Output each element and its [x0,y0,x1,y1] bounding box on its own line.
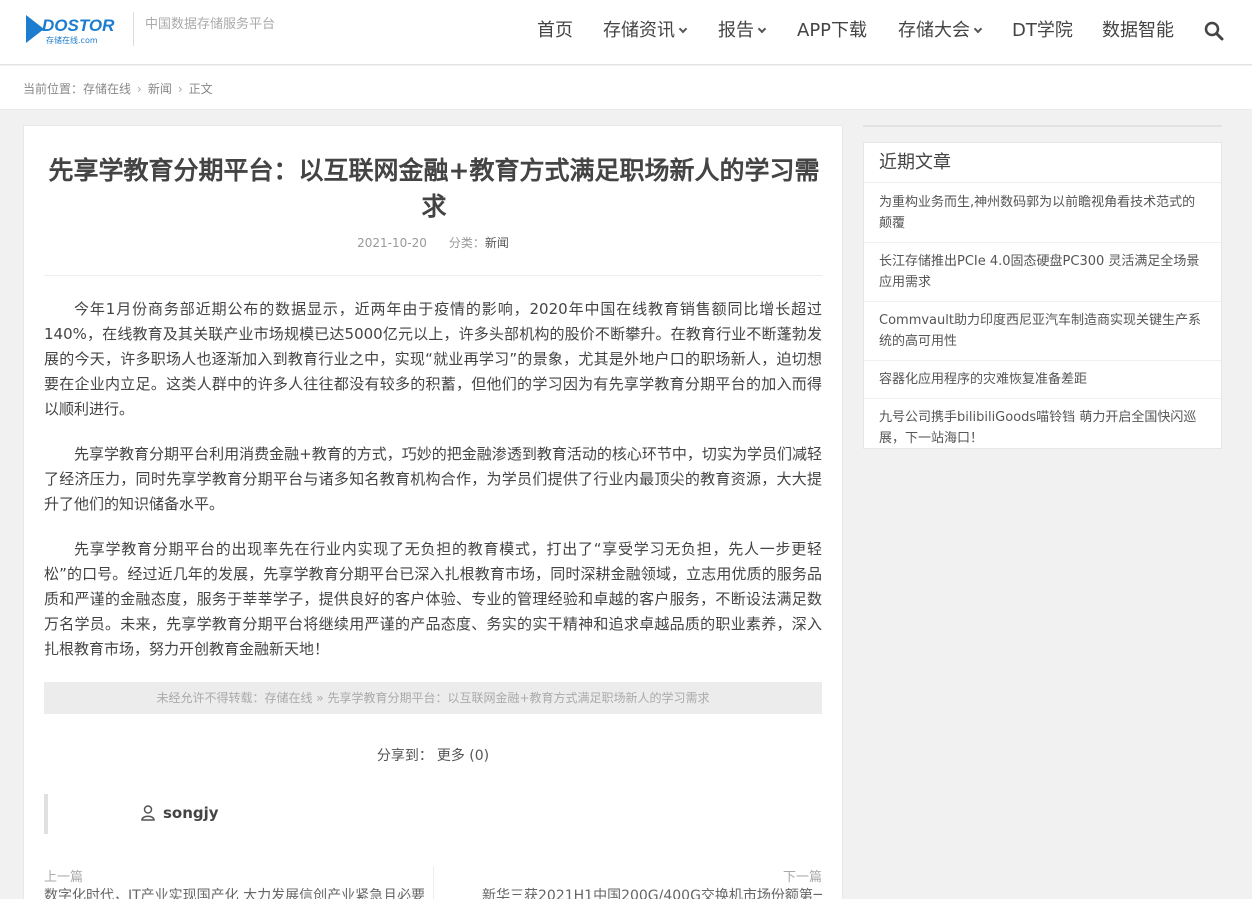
chevron-down-icon [973,24,983,34]
chevron-right-icon: › [177,82,183,96]
article-paragraph: 先享学教育分期平台的出现率先在行业内实现了无负担的教育模式，打出了“享受学习无负… [44,540,822,658]
nav-item-storage-conference[interactable]: 存储大会 [898,18,983,44]
category-link[interactable]: 新闻 [485,236,509,250]
title-divider [44,275,822,276]
recent-post-link[interactable]: 九号公司携手bilibiliGoods喵铃铛 萌力开启全国快闪巡展，下一站海口！ [864,399,1221,457]
copyright-notice: 未经允许不得转载：存储在线 » 先享学教育分期平台：以互联网金融+教育方式满足职… [44,682,822,714]
widget-title: 近期文章 [864,143,1221,183]
breadcrumb-item-news[interactable]: 新闻 [148,82,172,96]
category-label: 分类： [448,236,485,250]
nav-item-home[interactable]: 首页 [537,18,573,44]
recent-posts-list: 为重构业务而生,神州数码郭为以前瞻视角看技术范式的颠覆 长江存储推出PCIe 4… [864,184,1221,457]
prev-post-label: 上一篇 [44,870,84,885]
recent-posts-widget: 近期文章 为重构业务而生,神州数码郭为以前瞻视角看技术范式的颠覆 长江存储推出P… [863,142,1222,449]
breadcrumb-prefix: 当前位置： [23,82,84,96]
article-date: 2021-10-20 [357,236,427,250]
share-bar: 分享到： 更多 (0) [24,745,842,765]
author-name[interactable]: songjy [163,804,219,822]
user-icon [141,805,155,821]
breadcrumb-item-home[interactable]: 存储在线 [83,82,131,96]
next-post-label: 下一篇 [782,870,822,885]
prev-post-link[interactable]: 数字化时代，IT产业实现国产化 大力发展信创产业紧急且必要 [44,885,424,899]
share-more-link[interactable]: 更多 (0) [437,748,489,764]
search-icon[interactable] [1204,21,1224,41]
recent-post-link[interactable]: 容器化应用程序的灾难恢复准备差距 [864,361,1221,399]
nav-item-dt-academy[interactable]: DT学院 [1012,18,1073,44]
breadcrumb-bar: 当前位置：存储在线 › 新闻 › 正文 [0,66,1252,110]
article-container: 先享学教育分期平台：以互联网金融+教育方式满足职场新人的学习需求 2021-10… [23,125,843,899]
next-post-link[interactable]: 新华三获2021H1中国200G/400G交换机市场份额第一 [482,885,822,899]
breadcrumb: 当前位置：存储在线 › 新闻 › 正文 [23,80,213,97]
article-paragraph: 先享学教育分期平台利用消费金融+教育的方式，巧妙的把金融渗透到教育活动的核心环节… [44,445,822,513]
article-paragraph: 今年1月份商务部近期公布的数据显示，近两年由于疫情的影响，2020年中国在线教育… [44,300,822,418]
article-meta: 2021-10-20 分类：新闻 [24,234,842,251]
site-header: DOSTOR 存储在线.com 中国数据存储服务平台 首页 存储资讯 报告 AP… [0,0,1252,65]
nav-item-app-download[interactable]: APP下载 [797,18,867,44]
sidebar-top-divider [863,125,1222,127]
chevron-down-icon [757,24,767,34]
nav-item-reports[interactable]: 报告 [718,18,767,44]
chevron-right-icon: › [137,82,142,96]
breadcrumb-item-current: 正文 [188,82,213,96]
share-label: 分享到： [376,748,433,764]
article-title: 先享学教育分期平台：以互联网金融+教育方式满足职场新人的学习需求 [48,156,820,221]
main-nav: 首页 存储资讯 报告 APP下载 存储大会 DT学院 数据智能 [0,18,1252,46]
recent-post-link[interactable]: Commvault助力印度西尼亚汽车制造商实现关键生产系统的高可用性 [864,302,1221,361]
recent-post-link[interactable]: 长江存储推出PCIe 4.0固态硬盘PC300 灵活满足全场景应用需求 [864,243,1221,302]
nav-item-storage-news[interactable]: 存储资讯 [603,18,688,44]
nav-item-data-intelligence[interactable]: 数据智能 [1102,18,1174,44]
prev-next-divider [433,866,434,899]
chevron-down-icon [678,24,688,34]
author-box: songjy [44,794,822,834]
recent-post-link[interactable]: 为重构业务而生,神州数码郭为以前瞻视角看技术范式的颠覆 [864,184,1221,243]
